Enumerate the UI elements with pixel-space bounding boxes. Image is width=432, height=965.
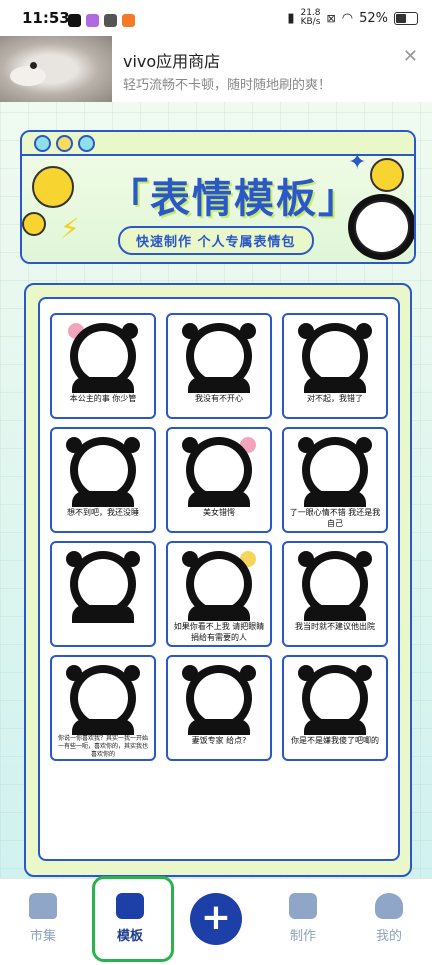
template-tile[interactable]: 对不起，我错了 [282, 313, 388, 419]
template-tile[interactable]: 我没有不开心 [166, 313, 272, 419]
home-icon [29, 893, 57, 919]
notification-banner[interactable]: vivo应用商店 轻巧流畅不卡顿，随时随地刷的爽！ ✕ [0, 36, 432, 102]
template-caption: 美女错愕 [172, 507, 266, 518]
status-bar: 11:53 ▮ 21.8 KB/s ⊠ ◠ 52% [0, 0, 432, 36]
template-caption: 你是不是嫌我傻了吧唧的 [288, 735, 382, 746]
template-tile[interactable]: 美女错愕 [166, 427, 272, 533]
smiley-sticker-icon [32, 166, 74, 208]
window-dot-icon [56, 135, 73, 152]
template-tile[interactable]: 妻饭专家 给点? [166, 655, 272, 761]
status-right: ▮ 21.8 KB/s ⊠ ◠ 52% [287, 9, 418, 27]
app-notif-icon-2 [104, 14, 117, 27]
plus-icon: + [200, 897, 232, 938]
template-caption: 我没有不开心 [172, 393, 266, 404]
nfc-icon: ⊠ [326, 11, 336, 25]
status-time: 11:53 [22, 9, 70, 27]
template-caption: 如果你看不上我 请把眼睛捐给有需要的人 [172, 621, 266, 643]
net-speed: 21.8 KB/s [300, 8, 321, 27]
template-caption: 了一眼心情不错 我还是我自己 [288, 507, 382, 529]
template-caption: 我当时就不建议他出院 [288, 621, 382, 632]
window-dot-icon [78, 135, 95, 152]
template-tile[interactable] [50, 541, 156, 647]
banner-subtitle: 快速制作 个人专属表情包 [118, 226, 314, 255]
wifi-icon: ◠ [341, 10, 354, 26]
edit-icon [289, 893, 317, 919]
create-plus-button[interactable]: + [190, 893, 242, 945]
tab-make[interactable]: 制作 [273, 893, 333, 944]
template-tile[interactable]: 如果你看不上我 请把眼睛捐给有需要的人 [166, 541, 272, 647]
template-caption: 你说一你喜欢我？其实一我一开始一有些一呃，喜欢你的，其实我也喜欢你的 [56, 735, 150, 759]
battery-icon [394, 11, 418, 25]
template-tile[interactable]: 本公主的事 你少管 [50, 313, 156, 419]
battery-percent: 52% [359, 10, 388, 26]
panda-sticker-icon [354, 200, 410, 254]
template-caption: 想不到吧，我还没睡 [56, 507, 150, 518]
yellow-face-icon [370, 158, 404, 192]
template-tile[interactable]: 你说一你喜欢我？其实一我一开始一有些一呃，喜欢你的，其实我也喜欢你的 [50, 655, 156, 761]
tab-market[interactable]: 市集 [13, 893, 73, 944]
template-grid: 本公主的事 你少管 我没有不开心 对不起，我错了 想不到吧，我还没睡 美女错愕 … [38, 297, 400, 861]
tab-profile[interactable]: 我的 [359, 893, 419, 944]
tiktok-icon [68, 14, 81, 27]
header-banner: ⚡ ✦ 「表情模板」 快速制作 个人专属表情包 [20, 130, 416, 264]
tab-label: 我的 [375, 929, 402, 944]
app-notif-icon [86, 14, 99, 27]
lightning-icon: ⚡ [60, 212, 80, 245]
template-caption: 妻饭专家 给点? [172, 735, 266, 746]
template-caption: 对不起，我错了 [288, 393, 382, 404]
template-card: 本公主的事 你少管 我没有不开心 对不起，我错了 想不到吧，我还没睡 美女错愕 … [24, 283, 412, 877]
window-dot-icon [34, 135, 51, 152]
small-smiley-icon [22, 212, 46, 236]
close-icon[interactable]: ✕ [403, 46, 418, 67]
template-tile[interactable]: 想不到吧，我还没睡 [50, 427, 156, 533]
selected-tab-highlight [92, 876, 174, 962]
tab-label: 制作 [289, 929, 316, 944]
template-tile[interactable]: 了一眼心情不错 我还是我自己 [282, 427, 388, 533]
notification-title: vivo应用商店 [123, 52, 221, 71]
notification-thumbnail [0, 36, 112, 102]
taobao-icon [122, 14, 135, 27]
vibrate-icon: ▮ [287, 10, 295, 26]
notification-subtitle: 轻巧流畅不卡顿，随时随地刷的爽！ [123, 78, 332, 93]
tab-label: 市集 [29, 929, 56, 944]
template-tile[interactable]: 我当时就不建议他出院 [282, 541, 388, 647]
profile-icon [375, 893, 403, 919]
template-caption: 本公主的事 你少管 [56, 393, 150, 404]
template-tile[interactable]: 你是不是嫌我傻了吧唧的 [282, 655, 388, 761]
banner-title: 「表情模板」 [108, 176, 360, 222]
